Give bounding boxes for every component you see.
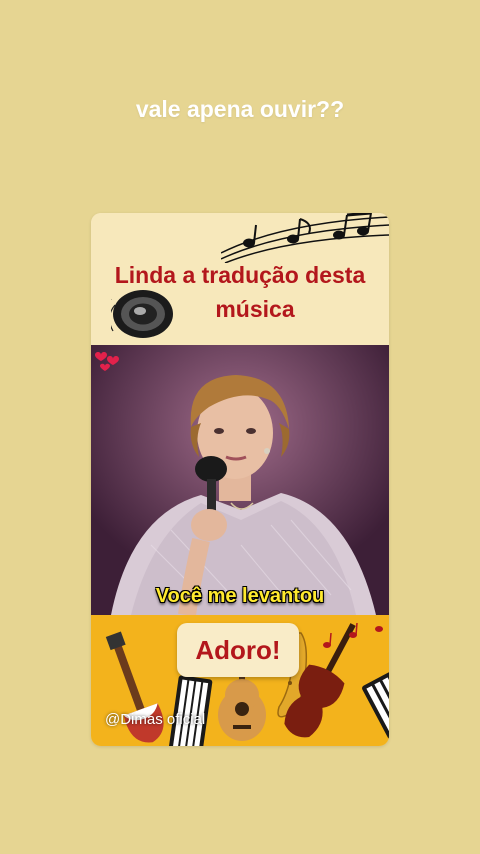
adoro-reaction-button[interactable]: Adoro!: [177, 623, 299, 677]
headline-panel: Linda a tradução desta música: [91, 213, 389, 345]
video-frame[interactable]: [91, 345, 389, 615]
video-card[interactable]: Linda a tradução desta música Você me le…: [91, 213, 389, 746]
story-caption: vale apena ouvir??: [135, 96, 345, 122]
hearts-icon: [95, 352, 119, 371]
speaker-icon: [111, 290, 173, 338]
singer-image: [91, 345, 389, 615]
lyrics-subtitle: Você me levantou: [155, 585, 325, 607]
music-notes-icon: [221, 213, 389, 263]
author-watermark: @Dimas oficial: [105, 711, 206, 728]
reaction-panel: Adoro! @Dimas oficial: [91, 615, 389, 746]
